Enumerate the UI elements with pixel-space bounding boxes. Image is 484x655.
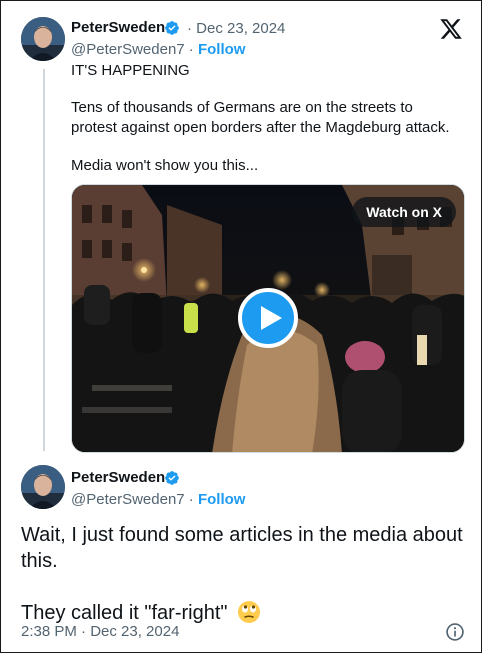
watch-on-x-button[interactable]: Watch on X <box>352 197 456 227</box>
reply-text: Wait, I just found some articles in the … <box>21 522 471 626</box>
tweet-date[interactable]: · Dec 23, 2024 <box>187 20 285 37</box>
author-avatar[interactable] <box>21 17 65 61</box>
tweet-text-paragraph3: Media won't show you this... <box>71 157 259 174</box>
reply-author-name[interactable]: PeterSweden <box>71 469 165 486</box>
reply-author-avatar[interactable] <box>21 465 65 509</box>
verified-badge-icon <box>165 21 179 35</box>
tweet-text-paragraph2: Tens of thousands of Germans are on the … <box>71 99 450 136</box>
follow-button[interactable]: Follow <box>198 41 246 58</box>
tweet-text-line1: IT'S HAPPENING <box>71 62 190 79</box>
handle-separator: · <box>184 41 198 58</box>
reply-follow-button[interactable]: Follow <box>198 491 246 508</box>
reply-handle-row: @PeterSweden7 · Follow <box>71 491 245 508</box>
handle-separator: · <box>184 491 198 508</box>
reply-text-paragraph2: They called it "far-right" <box>21 602 228 624</box>
author-handle[interactable]: @PeterSweden7 <box>71 41 185 58</box>
reply-text-paragraph1: Wait, I just found some articles in the … <box>21 524 463 572</box>
video-player[interactable]: Watch on X <box>71 184 465 453</box>
rolling-eyes-emoji <box>238 601 261 623</box>
play-icon <box>261 306 282 330</box>
info-icon[interactable] <box>445 622 465 642</box>
verified-badge-icon <box>165 471 179 485</box>
reply-timestamp[interactable]: 2:38 PM · Dec 23, 2024 <box>21 623 179 640</box>
author-name[interactable]: PeterSweden <box>71 19 165 36</box>
tweet-embed-card: PeterSweden · Dec 23, 2024 @PeterSweden7… <box>0 0 482 653</box>
reply-author-handle[interactable]: @PeterSweden7 <box>71 491 185 508</box>
thread-connector-line <box>43 69 45 451</box>
x-logo-icon[interactable] <box>439 17 463 41</box>
play-button[interactable] <box>238 288 298 348</box>
author-handle-row: @PeterSweden7 · Follow <box>71 41 245 58</box>
